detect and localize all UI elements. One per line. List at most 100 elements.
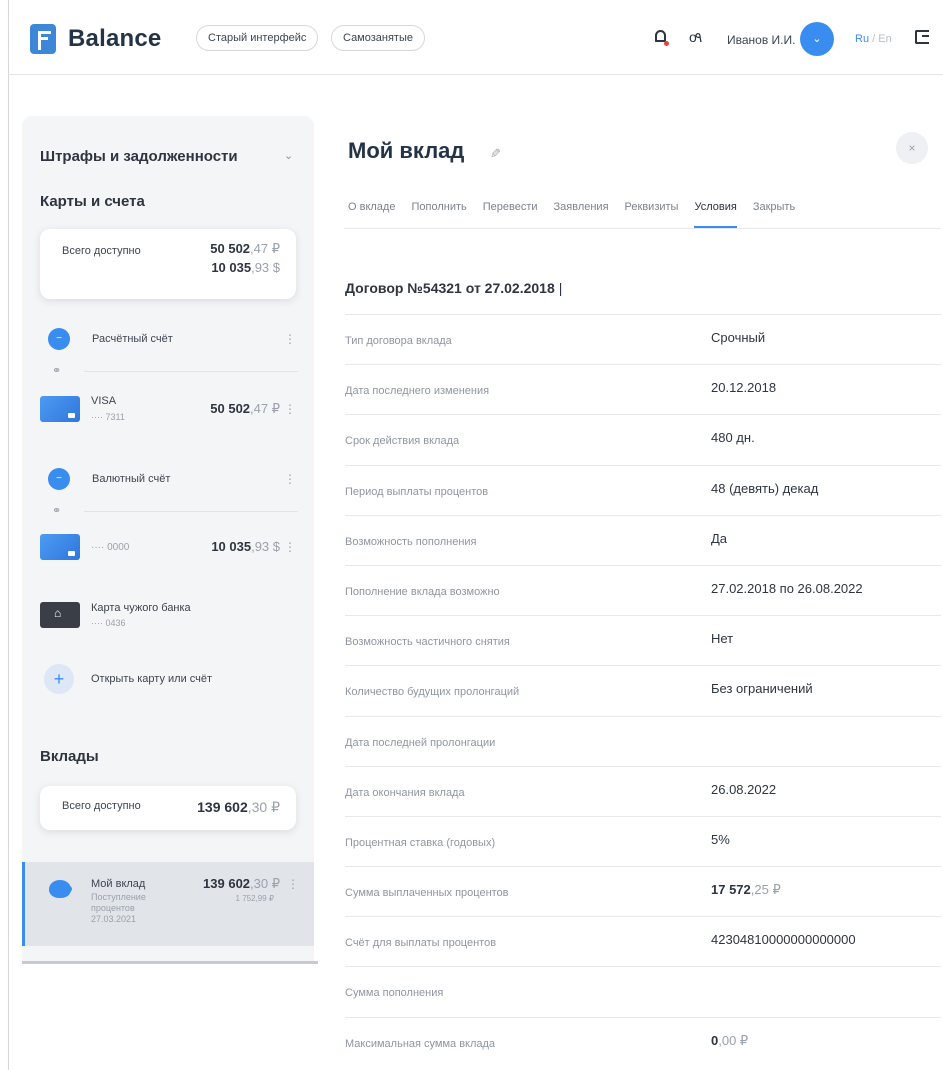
link-icon: ⚭ <box>52 365 62 377</box>
row-label: Количество будущих пролонгаций <box>345 686 520 699</box>
table-row: Срок действия вклада 480 дн. <box>345 414 941 464</box>
link-icon: ⚭ <box>52 505 62 517</box>
lang-ru[interactable]: Ru <box>855 33 869 45</box>
row-value: 17 572,25 ₽ <box>711 882 781 898</box>
deposit-income: 1 752,99 ₽ <box>235 894 274 903</box>
table-row: Период выплаты процентов 48 (девять) дека… <box>345 464 941 515</box>
row-value: 5% <box>711 831 730 847</box>
divider <box>84 511 298 512</box>
table-row: Счёт для выплаты процентов 42304810000000… <box>345 916 941 966</box>
row-label: Дата последнего изменения <box>345 385 490 398</box>
logo-icon <box>30 24 56 54</box>
more-icon[interactable]: ⋮ <box>284 332 296 346</box>
row-label: Срок действия вклада <box>345 435 460 448</box>
cards-total-rub: 50 502,47 ₽ <box>210 241 280 256</box>
row-value: Срочный <box>711 330 766 345</box>
self-employed-button[interactable]: Самозанятые <box>331 25 425 51</box>
row-label: Пополнение вклада возможно <box>345 585 500 598</box>
other-bank-card-number: ···· 0436 <box>91 618 126 628</box>
more-icon[interactable]: ⋮ <box>284 402 296 416</box>
pencil-icon[interactable]: ✎ <box>490 146 501 162</box>
username[interactable]: Иванов И.И. <box>727 33 795 47</box>
row-value: 27.02.2018 по 26.08.2022 <box>711 580 863 596</box>
usd-card-amount: 10 035,93 $ <box>211 539 280 554</box>
row-value: 0,00 ₽ <box>711 1032 749 1048</box>
table-row: Дата последнего изменения 20.12.2018 <box>345 364 941 414</box>
tab-requisites[interactable]: Реквизиты <box>625 201 679 228</box>
fines-heading[interactable]: Штрафы и задолженности <box>40 148 238 165</box>
table-row: Возможность частичного снятия Нет <box>345 615 941 665</box>
row-label: Сумма выплаченных процентов <box>345 887 509 900</box>
piggy-bank-icon <box>49 880 72 898</box>
visa-card-amount: 50 502,47 ₽ <box>210 401 280 416</box>
deposits-total-amount: 139 602,30 ₽ <box>197 799 280 815</box>
row-label: Возможность пополнения <box>345 535 477 548</box>
row-label: Процентная ставка (годовых) <box>345 836 496 849</box>
row-label: Максимальная сумма вклада <box>345 1037 496 1050</box>
divider <box>84 371 298 372</box>
bank-card-image <box>40 602 80 628</box>
plus-icon[interactable]: + <box>44 664 74 694</box>
deposits-heading: Вклады <box>40 748 99 765</box>
notification-dot <box>664 41 669 46</box>
table-row: Максимальная сумма вклада 0,00 ₽ <box>345 1016 941 1067</box>
row-label: Счёт для выплаты процентов <box>345 937 497 950</box>
row-label: Дата окончания вклада <box>345 786 465 799</box>
sidebar-bottom-border <box>22 961 318 964</box>
minus-icon[interactable]: − <box>48 468 70 490</box>
contract-title: Договор №54321 от 27.02.2018 | <box>345 280 563 296</box>
frame-left-border <box>8 0 9 1070</box>
more-icon[interactable]: ⋮ <box>284 472 296 486</box>
row-label: Возможность частичного снятия <box>345 636 510 649</box>
open-card-link[interactable]: Открыть карту или счёт <box>91 673 212 685</box>
tab-transfer[interactable]: Перевести <box>483 201 538 228</box>
row-label: Период выплаты процентов <box>345 485 489 498</box>
tabs-divider <box>344 228 940 229</box>
more-icon[interactable]: ⋮ <box>287 877 299 891</box>
cards-total-card: Всего доступно 50 502,47 ₽ 10 035,93 $ <box>40 229 296 299</box>
row-value: Нет <box>711 631 734 647</box>
currency-account-row[interactable]: − Валютный счёт <box>48 468 298 498</box>
old-interface-button[interactable]: Старый интерфейс <box>196 25 319 51</box>
tab-applications[interactable]: Заявления <box>554 201 609 228</box>
settlement-account-row[interactable]: − Расчётный счёт <box>48 328 298 358</box>
lang-en[interactable]: En <box>878 33 891 45</box>
row-value: 42304810000000000000 <box>711 932 856 948</box>
visa-card-number: ···· 7311 <box>91 412 125 422</box>
deposit-row-selected[interactable]: Мой вклад Поступление процентов 27.03.20… <box>22 862 314 946</box>
language-switcher[interactable]: Ru / En <box>855 33 892 45</box>
avatar-chevron-down-icon[interactable]: ⌄ <box>800 22 834 56</box>
table-row: Процентная ставка (годовых) 5% <box>345 815 941 866</box>
deposit-amount: 139 602,30 ₽ <box>203 876 280 891</box>
usd-card-number[interactable]: ···· 0000 <box>91 542 129 553</box>
minus-icon[interactable]: − <box>48 328 70 350</box>
row-value: 48 (девять) декад <box>711 480 819 496</box>
row-value: Без ограничений <box>711 681 813 697</box>
key-icon[interactable]: o٩ <box>689 29 704 46</box>
logout-icon[interactable] <box>915 30 929 44</box>
chevron-down-icon[interactable]: ⌄ <box>284 149 293 162</box>
table-row: Дата последней пролонгации <box>345 715 941 766</box>
tab-conditions[interactable]: Условия <box>694 201 737 228</box>
deposits-total-label: Всего доступно <box>62 800 141 812</box>
table-row: Количество будущих пролонгаций Без ограни… <box>345 665 941 715</box>
other-bank-card-label[interactable]: Карта чужого банка <box>91 602 191 614</box>
logo-text: Balance <box>68 25 162 52</box>
usd-card-image <box>40 534 80 560</box>
tab-about[interactable]: О вкладе <box>348 201 395 228</box>
close-icon[interactable]: × <box>896 132 928 164</box>
tab-close[interactable]: Закрыть <box>753 201 795 228</box>
more-icon[interactable]: ⋮ <box>284 540 296 554</box>
logo[interactable]: Balance <box>30 24 161 54</box>
table-row: Сумма пополнения <box>345 966 941 1016</box>
bell-icon[interactable] <box>654 30 669 46</box>
cards-total-usd: 10 035,93 $ <box>211 260 280 275</box>
visa-card-name[interactable]: VISA <box>91 395 116 407</box>
conditions-table: Тип договора вклада Срочный Дата последне… <box>345 314 941 1067</box>
visa-card-image <box>40 396 80 422</box>
row-label: Сумма пополнения <box>345 987 444 1000</box>
header-divider <box>8 74 943 75</box>
table-row: Дата окончания вклада 26.08.2022 <box>345 765 941 816</box>
tab-top-up[interactable]: Пополнить <box>411 201 466 228</box>
row-label: Дата последней пролонгации <box>345 736 496 749</box>
